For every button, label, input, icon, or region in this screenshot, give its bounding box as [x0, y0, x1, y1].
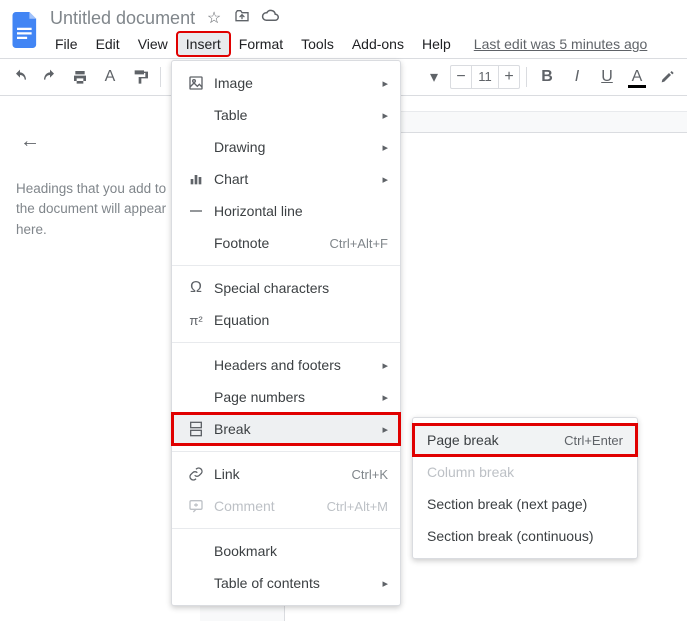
font-size-plus[interactable]: + [499, 68, 519, 86]
submenu-item-shortcut: Ctrl+Enter [564, 433, 623, 448]
text-color-button[interactable]: A [623, 63, 651, 91]
font-dropdown[interactable]: ▾ [420, 63, 448, 91]
italic-button[interactable]: I [563, 63, 591, 91]
font-size-minus[interactable]: − [451, 68, 471, 86]
paint-format-button[interactable] [126, 63, 154, 91]
submenu-arrow-icon: ▸ [382, 423, 388, 436]
move-icon[interactable] [233, 8, 251, 29]
insert-item-equation[interactable]: π²Equation [172, 304, 400, 336]
insert-item-link[interactable]: LinkCtrl+K [172, 458, 400, 490]
docs-logo[interactable] [8, 6, 44, 54]
print-button[interactable] [66, 63, 94, 91]
outline-sidebar: ← Headings that you add to the document … [0, 96, 200, 621]
menu-edit[interactable]: Edit [87, 32, 129, 56]
underline-button[interactable]: U [593, 63, 621, 91]
submenu-arrow-icon: ▸ [382, 173, 388, 186]
comment-icon [184, 498, 208, 514]
link-icon [184, 466, 208, 482]
equation-icon: π² [184, 313, 208, 328]
back-arrow-icon[interactable]: ← [20, 130, 184, 153]
menu-item-label: Drawing [208, 139, 382, 155]
break-item-column-break: Column break [413, 456, 637, 488]
menu-format[interactable]: Format [230, 32, 292, 56]
menu-tools[interactable]: Tools [292, 32, 343, 56]
submenu-arrow-icon: ▸ [382, 109, 388, 122]
insert-item-table-of-contents[interactable]: Table of contents▸ [172, 567, 400, 599]
break-item-section-break-continuous-[interactable]: Section break (continuous) [413, 520, 637, 552]
menu-item-label: Chart [208, 171, 382, 187]
insert-menu-dropdown: Image▸Table▸Drawing▸Chart▸Horizontal lin… [171, 60, 401, 606]
submenu-item-label: Page break [427, 432, 564, 448]
menu-addons[interactable]: Add-ons [343, 32, 413, 56]
break-icon [184, 421, 208, 437]
menu-item-shortcut: Ctrl+Alt+F [329, 236, 388, 251]
special-icon: Ω [184, 279, 208, 297]
menu-item-label: Comment [208, 498, 327, 514]
menu-separator [172, 528, 400, 529]
menu-item-label: Headers and footers [208, 357, 382, 373]
spellcheck-button[interactable]: A [96, 63, 124, 91]
menu-item-shortcut: Ctrl+K [352, 467, 388, 482]
submenu-item-label: Section break (continuous) [427, 528, 623, 544]
insert-item-table[interactable]: Table▸ [172, 99, 400, 131]
doc-title[interactable]: Untitled document [50, 8, 195, 29]
menu-separator [172, 342, 400, 343]
break-item-page-break[interactable]: Page breakCtrl+Enter [413, 424, 637, 456]
undo-button[interactable] [6, 63, 34, 91]
menu-separator [172, 451, 400, 452]
insert-item-special-characters[interactable]: ΩSpecial characters [172, 272, 400, 304]
menu-item-label: Table [208, 107, 382, 123]
menu-item-label: Table of contents [208, 575, 382, 591]
hr-icon [184, 203, 208, 219]
insert-item-horizontal-line[interactable]: Horizontal line [172, 195, 400, 227]
insert-item-image[interactable]: Image▸ [172, 67, 400, 99]
menu-item-label: Footnote [208, 235, 329, 251]
menubar: File Edit View Insert Format Tools Add-o… [44, 30, 679, 58]
cloud-icon[interactable] [261, 8, 279, 29]
menu-item-label: Special characters [208, 280, 388, 296]
bold-button[interactable]: B [533, 63, 561, 91]
menu-item-label: Bookmark [208, 543, 388, 559]
menu-item-label: Link [208, 466, 352, 482]
insert-item-page-numbers[interactable]: Page numbers▸ [172, 381, 400, 413]
submenu-item-label: Column break [427, 464, 623, 480]
outline-placeholder: Headings that you add to the document wi… [16, 179, 184, 240]
font-size-value[interactable]: 11 [471, 66, 499, 88]
menu-item-shortcut: Ctrl+Alt+M [327, 499, 388, 514]
break-item-section-break-next-page-[interactable]: Section break (next page) [413, 488, 637, 520]
menu-file[interactable]: File [46, 32, 87, 56]
insert-item-bookmark[interactable]: Bookmark [172, 535, 400, 567]
highlight-button[interactable] [653, 63, 681, 91]
menu-item-label: Break [208, 421, 382, 437]
image-icon [184, 75, 208, 91]
submenu-arrow-icon: ▸ [382, 577, 388, 590]
menu-help[interactable]: Help [413, 32, 460, 56]
menu-insert[interactable]: Insert [177, 32, 230, 56]
break-submenu: Page breakCtrl+Enter Column break Section … [412, 417, 638, 559]
redo-button[interactable] [36, 63, 64, 91]
menu-item-label: Image [208, 75, 382, 91]
insert-item-headers-and-footers[interactable]: Headers and footers▸ [172, 349, 400, 381]
submenu-arrow-icon: ▸ [382, 391, 388, 404]
chart-icon [184, 171, 208, 187]
submenu-arrow-icon: ▸ [382, 141, 388, 154]
font-size-control: − 11 + [450, 65, 520, 89]
submenu-arrow-icon: ▸ [382, 359, 388, 372]
menu-separator [172, 265, 400, 266]
insert-item-footnote[interactable]: FootnoteCtrl+Alt+F [172, 227, 400, 259]
submenu-item-label: Section break (next page) [427, 496, 623, 512]
insert-item-chart[interactable]: Chart▸ [172, 163, 400, 195]
menu-item-label: Horizontal line [208, 203, 388, 219]
submenu-arrow-icon: ▸ [382, 77, 388, 90]
star-icon[interactable]: ☆ [205, 8, 223, 29]
menu-item-label: Equation [208, 312, 388, 328]
menu-view[interactable]: View [129, 32, 177, 56]
insert-item-drawing[interactable]: Drawing▸ [172, 131, 400, 163]
last-edit-link[interactable]: Last edit was 5 minutes ago [474, 36, 648, 52]
menu-item-label: Page numbers [208, 389, 382, 405]
insert-item-break[interactable]: Break▸ [172, 413, 400, 445]
insert-item-comment: CommentCtrl+Alt+M [172, 490, 400, 522]
